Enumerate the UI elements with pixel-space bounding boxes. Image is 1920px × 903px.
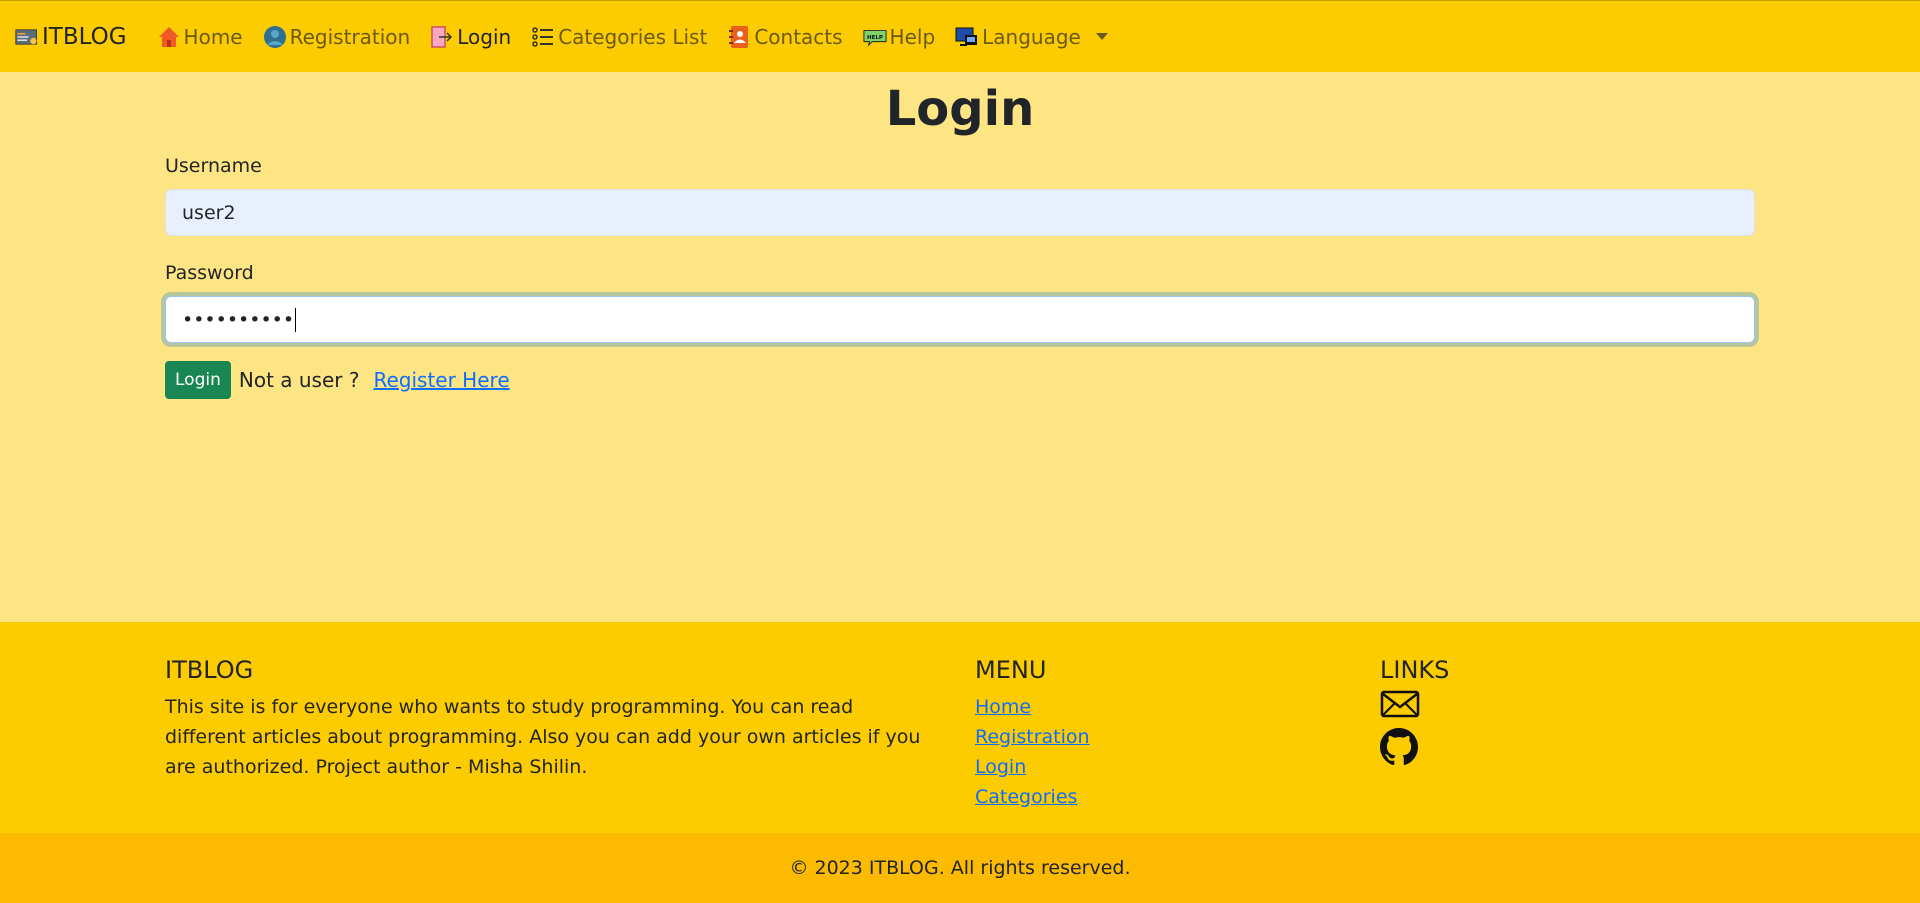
- nav-item-language[interactable]: Language: [955, 25, 1108, 49]
- footer-menu-title: MENU: [975, 656, 1047, 684]
- blog-logo-icon: [15, 25, 39, 49]
- username-input[interactable]: user2: [165, 189, 1755, 236]
- footer-menu: MENU Home Registration Login Categories: [975, 654, 1090, 812]
- text-cursor: [295, 307, 297, 332]
- chevron-down-icon: [1095, 33, 1108, 40]
- language-screen-icon: [955, 25, 979, 49]
- nav-item-label: Registration: [289, 24, 411, 49]
- nav-item-label: Contacts: [754, 24, 843, 49]
- footer-link-home[interactable]: Home: [975, 696, 1031, 718]
- password-label: Password: [165, 262, 254, 284]
- footer-link-registration[interactable]: Registration: [975, 726, 1090, 748]
- list-item: Categories: [975, 782, 1090, 812]
- top-navbar: ITBLOG Home Registration Login Categorie…: [0, 0, 1920, 72]
- page-title: Login: [885, 81, 1035, 137]
- footer-about-text: This site is for everyone who wants to s…: [165, 696, 921, 778]
- nav-item-contacts[interactable]: Contacts: [727, 24, 843, 49]
- user-avatar-icon: [263, 25, 287, 49]
- nav-item-categories[interactable]: Categories List: [531, 25, 707, 49]
- nav-item-home[interactable]: Home: [157, 25, 243, 49]
- footer-about-title: ITBLOG: [165, 656, 254, 684]
- footer-about: ITBLOG This site is for everyone who wan…: [165, 654, 935, 782]
- brand-text: ITBLOG: [42, 23, 127, 50]
- contacts-book-icon: [727, 25, 751, 49]
- copyright-bar: © 2023 ITBLOG. All rights reserved.: [0, 833, 1920, 903]
- envelope-icon[interactable]: [1380, 688, 1420, 726]
- nav-item-login[interactable]: Login: [430, 25, 511, 49]
- list-icon: [531, 25, 555, 49]
- copyright-text: © 2023 ITBLOG. All rights reserved.: [789, 857, 1131, 879]
- register-link[interactable]: Register Here: [373, 368, 509, 392]
- brand-link[interactable]: ITBLOG: [15, 24, 127, 50]
- login-door-icon: [430, 25, 454, 49]
- nav-item-label: Home: [183, 24, 243, 49]
- login-form: Login Username user2 Password ••••••••••…: [165, 72, 1755, 399]
- footer-links: LINKS: [1380, 654, 1449, 766]
- username-label: Username: [165, 155, 262, 177]
- nav-item-label: Categories List: [558, 24, 708, 49]
- footer: ITBLOG This site is for everyone who wan…: [0, 622, 1920, 833]
- username-value: user2: [182, 201, 236, 224]
- list-item: Registration: [975, 722, 1090, 752]
- nav-item-registration[interactable]: Registration: [263, 24, 411, 49]
- list-item: Home: [975, 692, 1090, 722]
- nav-item-label: Language: [982, 24, 1081, 49]
- footer-link-login[interactable]: Login: [975, 756, 1026, 778]
- password-input[interactable]: ••••••••••: [165, 296, 1755, 343]
- footer-links-title: LINKS: [1380, 656, 1450, 684]
- list-item: Login: [975, 752, 1090, 782]
- login-button[interactable]: Login: [165, 361, 231, 399]
- not-user-text: Not a user ?: [238, 368, 360, 392]
- nav-item-help[interactable]: HELP Help: [863, 24, 936, 49]
- github-icon[interactable]: [1380, 728, 1420, 766]
- footer-menu-list: Home Registration Login Categories: [975, 692, 1090, 812]
- help-bubble-icon: HELP: [863, 25, 887, 49]
- password-value: ••••••••••: [182, 308, 295, 331]
- home-icon: [157, 25, 181, 49]
- svg-text:HELP: HELP: [867, 34, 883, 40]
- footer-link-categories[interactable]: Categories: [975, 786, 1077, 808]
- nav-item-label: Login: [457, 24, 512, 49]
- nav-item-label: Help: [889, 24, 936, 49]
- form-actions: Login Not a user ? Register Here: [165, 361, 1755, 399]
